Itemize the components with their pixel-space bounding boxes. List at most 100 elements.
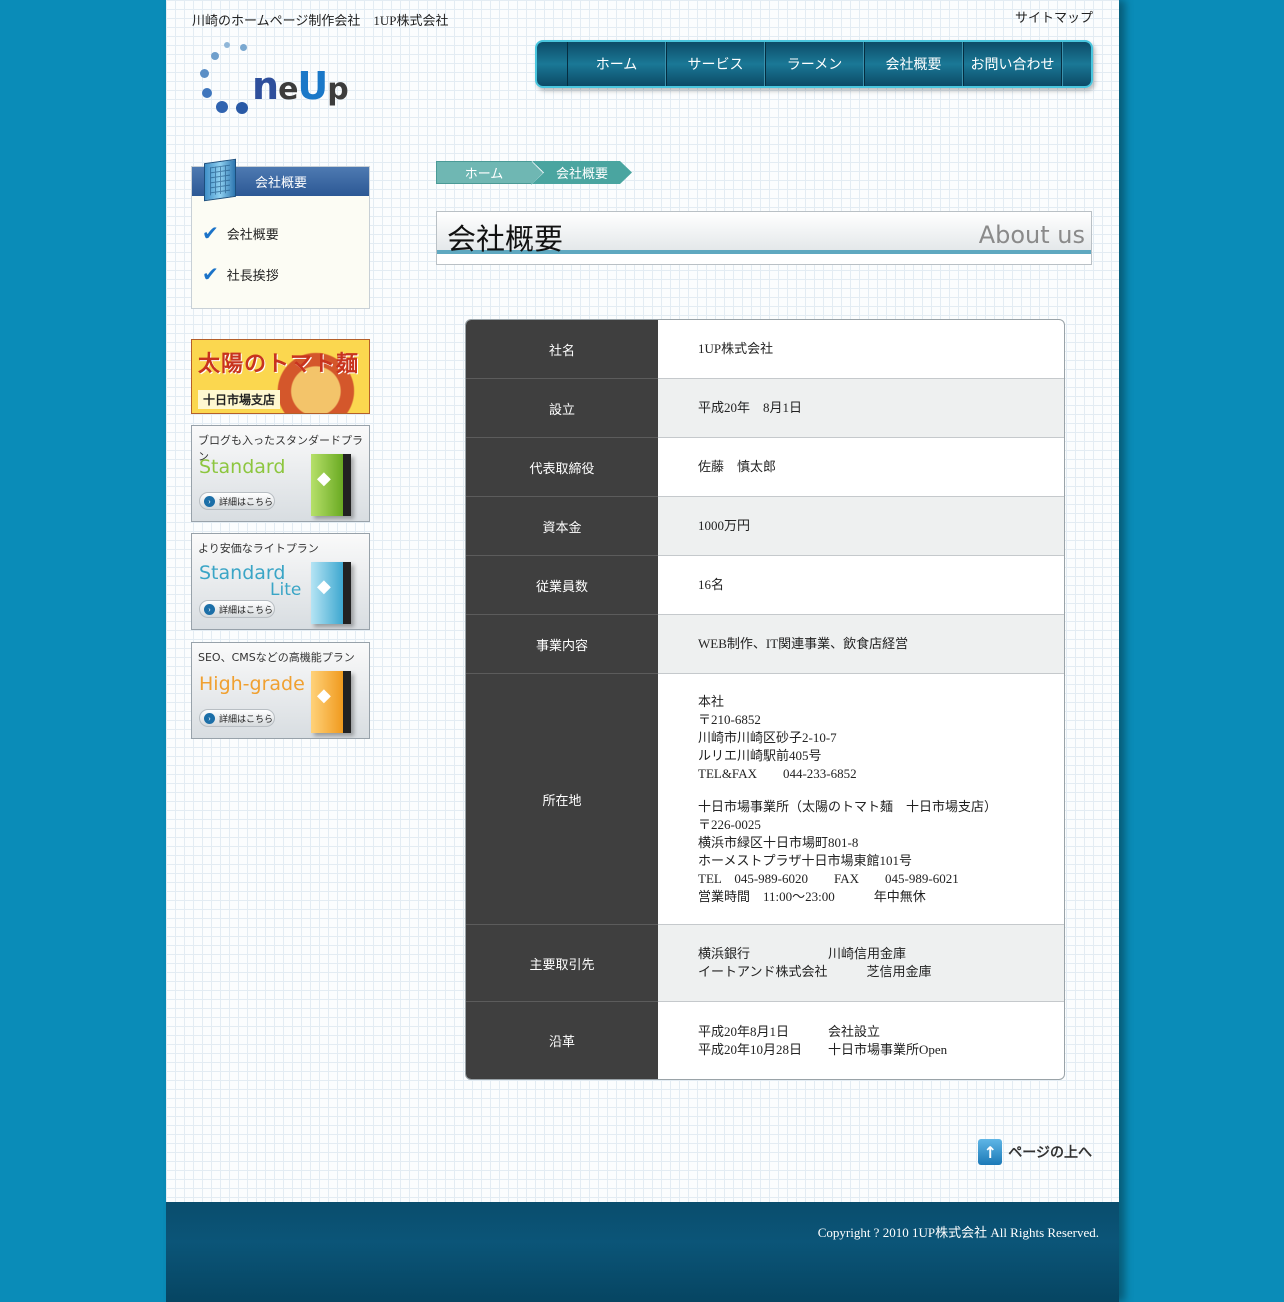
row-value-line: 横浜銀行 川崎信用金庫	[698, 946, 907, 961]
sidebar-item-greeting[interactable]: ✔ 社長挨拶	[202, 262, 279, 286]
ramen-banner-title: 太陽のトマト麺	[198, 351, 360, 376]
nav-service[interactable]: サービス	[666, 42, 765, 86]
sidebar-heading: 会社概要	[192, 158, 369, 202]
row-value-line: ホーメストプラザ十日市場東館101号	[698, 852, 912, 868]
sidebar-item-label: 社長挨拶	[226, 267, 279, 283]
table-row: 所在地 本社 〒210-6852 川崎市川崎区砂子2-10-7 ルリエ川崎駅前405号 T…	[466, 674, 1064, 925]
row-value-line: TEL&FAX 044-233-6852	[698, 765, 857, 781]
plan-description: SEO、CMSなどの高機能プラン	[198, 651, 355, 664]
arrow-icon: ›	[204, 603, 215, 615]
table-row: 主要取引先 横浜銀行 川崎信用金庫 イートアンド株式会社 芝信用金庫	[466, 925, 1064, 1002]
row-value-line: 〒226-0025	[698, 816, 761, 832]
plan-details-button[interactable]: › 詳細はこちら	[199, 492, 275, 510]
row-value-line: 川崎市川崎区砂子2-10-7	[698, 729, 837, 745]
breadcrumb-current: 会社概要	[532, 161, 632, 184]
row-label: 事業内容	[466, 615, 658, 674]
package-icon: ◆	[311, 562, 351, 624]
row-value-line: 平成20年 8月1日	[698, 400, 803, 415]
row-value-line: 営業時間 11:00～23:00 年中無休	[698, 888, 926, 904]
table-row: 資本金 1000万円	[466, 497, 1064, 556]
plan-name: Standard	[199, 456, 286, 478]
sidebar-heading-label: 会社概要	[255, 175, 308, 190]
logo-dot	[202, 88, 212, 98]
row-value-line: WEB制作、IT関連事業、飲食店経営	[698, 636, 909, 651]
row-label: 所在地	[466, 674, 658, 925]
row-label: 沿革	[466, 1002, 658, 1079]
page-title: 会社概要	[447, 222, 564, 256]
sidebar-item-label: 会社概要	[226, 226, 279, 242]
logo-dot	[216, 101, 228, 113]
row-label: 設立	[466, 379, 658, 438]
row-value-line: 平成20年8月1日 会社設立	[698, 1023, 881, 1039]
highgrade-plan-banner[interactable]: SEO、CMSなどの高機能プラン High-grade › 詳細はこちら ◆	[191, 642, 370, 739]
ramen-banner-subtitle: 十日市場支店	[198, 390, 281, 409]
row-value-line: 1UP株式会社	[698, 341, 774, 356]
breadcrumb-home[interactable]: ホーム	[436, 161, 543, 185]
row-value-line: 横浜市緑区十日市場町801-8	[698, 834, 859, 850]
standard-plan-banner[interactable]: ブログも入ったスタンダードプラン Standard › 詳細はこちら ◆	[191, 425, 370, 522]
row-value: 佐藤 慎太郎	[658, 438, 1064, 496]
table-row: 代表取締役 佐藤 慎太郎	[466, 438, 1064, 497]
arrow-icon: ›	[204, 495, 215, 507]
arrow-up-icon: ↑	[978, 1139, 1003, 1165]
table-row: 従業員数 16名	[466, 556, 1064, 615]
site-tagline: 川崎のホームページ制作会社 1UP株式会社	[192, 13, 449, 28]
row-value-line: 佐藤 慎太郎	[698, 459, 777, 474]
sidebar-item-company[interactable]: ✔ 会社概要	[202, 221, 279, 245]
page-top-label: ページの上へ	[1008, 1145, 1092, 1161]
plan-details-button[interactable]: › 詳細はこちら	[199, 600, 275, 618]
row-label: 資本金	[466, 497, 658, 556]
table-row: 社名 1UP株式会社	[466, 320, 1064, 379]
row-value-line: TEL 045-989-6020 FAX 045-989-6021	[698, 870, 959, 886]
lite-plan-banner[interactable]: より安価なライトプラン Standard Lite › 詳細はこちら ◆	[191, 533, 370, 630]
ramen-banner[interactable]: 太陽のトマト麺 十日市場支店	[191, 339, 370, 414]
global-nav: ホーム サービス ラーメン 会社概要 お問い合わせ	[535, 40, 1093, 88]
row-value: 平成20年 8月1日	[658, 379, 1064, 437]
footer: Copyright ? 2010 1UP株式会社 All Rights Rese…	[166, 1202, 1119, 1302]
table-row: 沿革 平成20年8月1日 会社設立 平成20年10月28日 十日市場事業所Open	[466, 1002, 1064, 1079]
nav-ramen[interactable]: ラーメン	[765, 42, 864, 86]
table-row: 設立 平成20年 8月1日	[466, 379, 1064, 438]
row-label: 代表取締役	[466, 438, 658, 497]
package-icon: ◆	[311, 454, 351, 516]
row-value-line: 1000万円	[698, 518, 751, 533]
nav-home[interactable]: ホーム	[567, 42, 666, 86]
page-title-english: About us	[978, 221, 1085, 249]
row-value-line: 十日市場事業所（太陽のトマト麺 十日市場支店）	[698, 798, 998, 814]
plan-name: High-grade	[199, 673, 305, 695]
nav-contact[interactable]: お問い合わせ	[963, 42, 1062, 86]
row-label: 主要取引先	[466, 925, 658, 1002]
page: 川崎のホームページ制作会社 1UP株式会社 サイトマップ neUp ホーム サー…	[166, 0, 1119, 1302]
row-value: 平成20年8月1日 会社設立平成20年10月28日 十日市場事業所Open	[658, 1002, 1064, 1079]
row-value-line: 〒210-6852	[698, 711, 761, 727]
copyright: Copyright ? 2010 1UP株式会社 All Rights Rese…	[817, 1225, 1099, 1240]
row-value: 横浜銀行 川崎信用金庫 イートアンド株式会社 芝信用金庫	[658, 925, 1064, 1001]
building-icon	[204, 158, 236, 202]
logo-dot	[211, 52, 219, 60]
checkmark-icon: ✔	[202, 221, 219, 245]
plan-name-suffix: Lite	[270, 580, 302, 600]
logo-wordmark: neUp	[252, 64, 349, 108]
logo-dot	[240, 44, 247, 51]
checkmark-icon: ✔	[202, 262, 219, 286]
nav-company[interactable]: 会社概要	[864, 42, 963, 86]
plan-details-button[interactable]: › 詳細はこちら	[199, 709, 275, 727]
sitemap-link[interactable]: サイトマップ	[1015, 7, 1093, 26]
row-value-line: 16名	[698, 577, 725, 592]
plan-description: より安価なライトプラン	[198, 542, 319, 555]
row-value-line: 平成20年10月28日 十日市場事業所Open	[698, 1041, 948, 1057]
row-value: WEB制作、IT関連事業、飲食店経営	[658, 615, 1064, 673]
sidebar-menu: 会社概要 ✔ 会社概要 ✔ 社長挨拶	[191, 158, 370, 309]
package-icon: ◆	[311, 671, 351, 733]
page-top-link[interactable]: ↑ ページの上へ	[978, 1139, 1092, 1165]
logo-dot	[200, 69, 209, 78]
logo[interactable]: neUp	[196, 38, 356, 118]
table-row: 事業内容 WEB制作、IT関連事業、飲食店経営	[466, 615, 1064, 674]
logo-dot	[224, 42, 230, 48]
row-value-line: ルリエ川崎駅前405号	[698, 747, 822, 763]
company-info-table: 社名 1UP株式会社設立 平成20年 8月1日代表取締役 佐藤 慎太郎資本金 1000万…	[465, 319, 1065, 1080]
row-label: 社名	[466, 320, 658, 379]
row-value: 1000万円	[658, 497, 1064, 555]
arrow-icon: ›	[204, 712, 215, 724]
logo-dot	[236, 102, 248, 114]
